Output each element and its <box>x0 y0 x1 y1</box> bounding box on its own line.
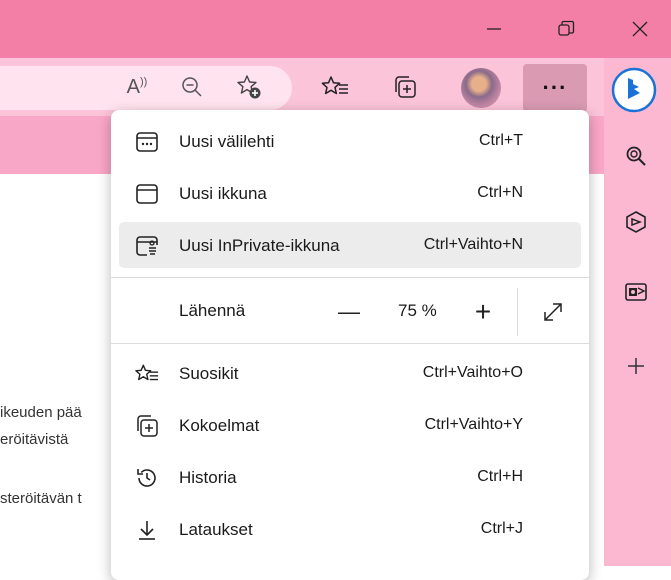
page-text-line: steröitävän t <box>0 490 82 507</box>
page-text-line: ikeuden pää <box>0 404 82 421</box>
downloads-icon <box>139 521 155 540</box>
menu-item-shortcut: Ctrl+H <box>477 468 523 485</box>
collections-button[interactable] <box>390 72 420 102</box>
bing-chat-button[interactable] <box>610 66 658 114</box>
minimize-icon <box>487 28 501 30</box>
history-icon <box>137 469 156 487</box>
menu-item-shortcut: Ctrl+Vaihto+Y <box>424 416 523 433</box>
collections-icon <box>395 76 416 98</box>
page-text-line: eröitävistä <box>0 431 69 448</box>
outlook-button[interactable] <box>618 274 654 310</box>
collections-icon <box>137 415 158 437</box>
profile-avatar[interactable] <box>461 68 501 108</box>
zoom-label: Lähennä <box>179 301 246 320</box>
menu-item-label: Uusi InPrivate-ikkuna <box>179 236 340 255</box>
zoom-out-button[interactable]: — <box>331 294 367 330</box>
plus-icon: + <box>474 296 492 327</box>
bing-chat-icon <box>611 67 657 113</box>
fullscreen-icon <box>544 303 562 321</box>
sidebar <box>604 58 671 566</box>
menu-item-label: Lataukset <box>179 520 253 539</box>
menu-item-shortcut: Ctrl+T <box>479 132 523 149</box>
favorites-button[interactable] <box>320 72 350 102</box>
menu-item-shortcut: Ctrl+J <box>480 520 523 537</box>
menu-item-shortcut: Ctrl+Vaihto+N <box>423 236 523 253</box>
zoom-out-button[interactable] <box>177 72 207 102</box>
menu-item-label: Historia <box>179 468 237 487</box>
menu-item-new-tab[interactable]: Uusi välilehti Ctrl+T <box>119 118 581 164</box>
minus-icon: — <box>338 299 360 324</box>
search-button[interactable] <box>618 138 654 174</box>
address-bar[interactable]: A)) <box>0 66 292 110</box>
menu-item-collections[interactable]: Kokoelmat Ctrl+Vaihto+Y <box>119 402 581 448</box>
add-icon <box>628 358 644 374</box>
office-button[interactable] <box>618 204 654 240</box>
add-button[interactable] <box>618 348 654 384</box>
favorites-icon <box>135 364 159 381</box>
favorites-icon <box>321 76 348 95</box>
title-bar <box>0 0 671 58</box>
menu-item-label: Kokoelmat <box>179 416 260 435</box>
read-aloud-icon: A)) <box>126 75 148 98</box>
menu-item-new-inprivate-window[interactable]: Uusi InPrivate-ikkuna Ctrl+Vaihto+N <box>119 222 581 268</box>
add-favorite-icon <box>237 75 261 99</box>
menu-item-label: Suosikit <box>179 364 239 383</box>
menu-item-label: Uusi välilehti <box>179 132 275 151</box>
add-favorite-button[interactable] <box>234 72 264 102</box>
settings-more-button[interactable]: ··· <box>523 64 587 112</box>
zoom-in-button[interactable]: + <box>465 294 501 330</box>
zoom-row: Lähennä — 75 % + <box>119 284 581 340</box>
new-tab-icon <box>136 132 158 152</box>
menu-divider <box>111 343 589 344</box>
menu-item-downloads[interactable]: Lataukset Ctrl+J <box>119 506 581 552</box>
menu-item-shortcut: Ctrl+N <box>477 184 523 201</box>
search-icon <box>626 146 646 166</box>
settings-menu: Uusi välilehti Ctrl+T Uusi ikkuna Ctrl+N… <box>111 110 589 580</box>
toolbar: A)) ··· <box>0 58 604 116</box>
minimize-button[interactable] <box>474 14 514 44</box>
restore-button[interactable] <box>546 14 586 44</box>
more-icon: ··· <box>542 75 568 100</box>
zoom-out-icon <box>182 77 202 97</box>
outlook-icon <box>625 283 647 301</box>
menu-item-history[interactable]: Historia Ctrl+H <box>119 454 581 500</box>
menu-divider <box>111 277 589 278</box>
new-window-icon <box>136 184 158 204</box>
menu-item-shortcut: Ctrl+Vaihto+O <box>422 364 523 381</box>
zoom-value: 75 % <box>398 301 437 320</box>
inprivate-window-icon <box>136 236 158 256</box>
menu-item-label: Uusi ikkuna <box>179 184 267 203</box>
fullscreen-button[interactable] <box>537 296 569 328</box>
read-aloud-button[interactable]: A)) <box>122 72 152 102</box>
menu-item-favorites[interactable]: Suosikit Ctrl+Vaihto+O <box>119 350 581 396</box>
close-icon <box>632 21 648 37</box>
close-button[interactable] <box>620 14 660 44</box>
zoom-separator <box>517 288 518 336</box>
menu-item-new-window[interactable]: Uusi ikkuna Ctrl+N <box>119 170 581 216</box>
restore-icon <box>558 20 575 36</box>
office-icon <box>626 211 646 233</box>
